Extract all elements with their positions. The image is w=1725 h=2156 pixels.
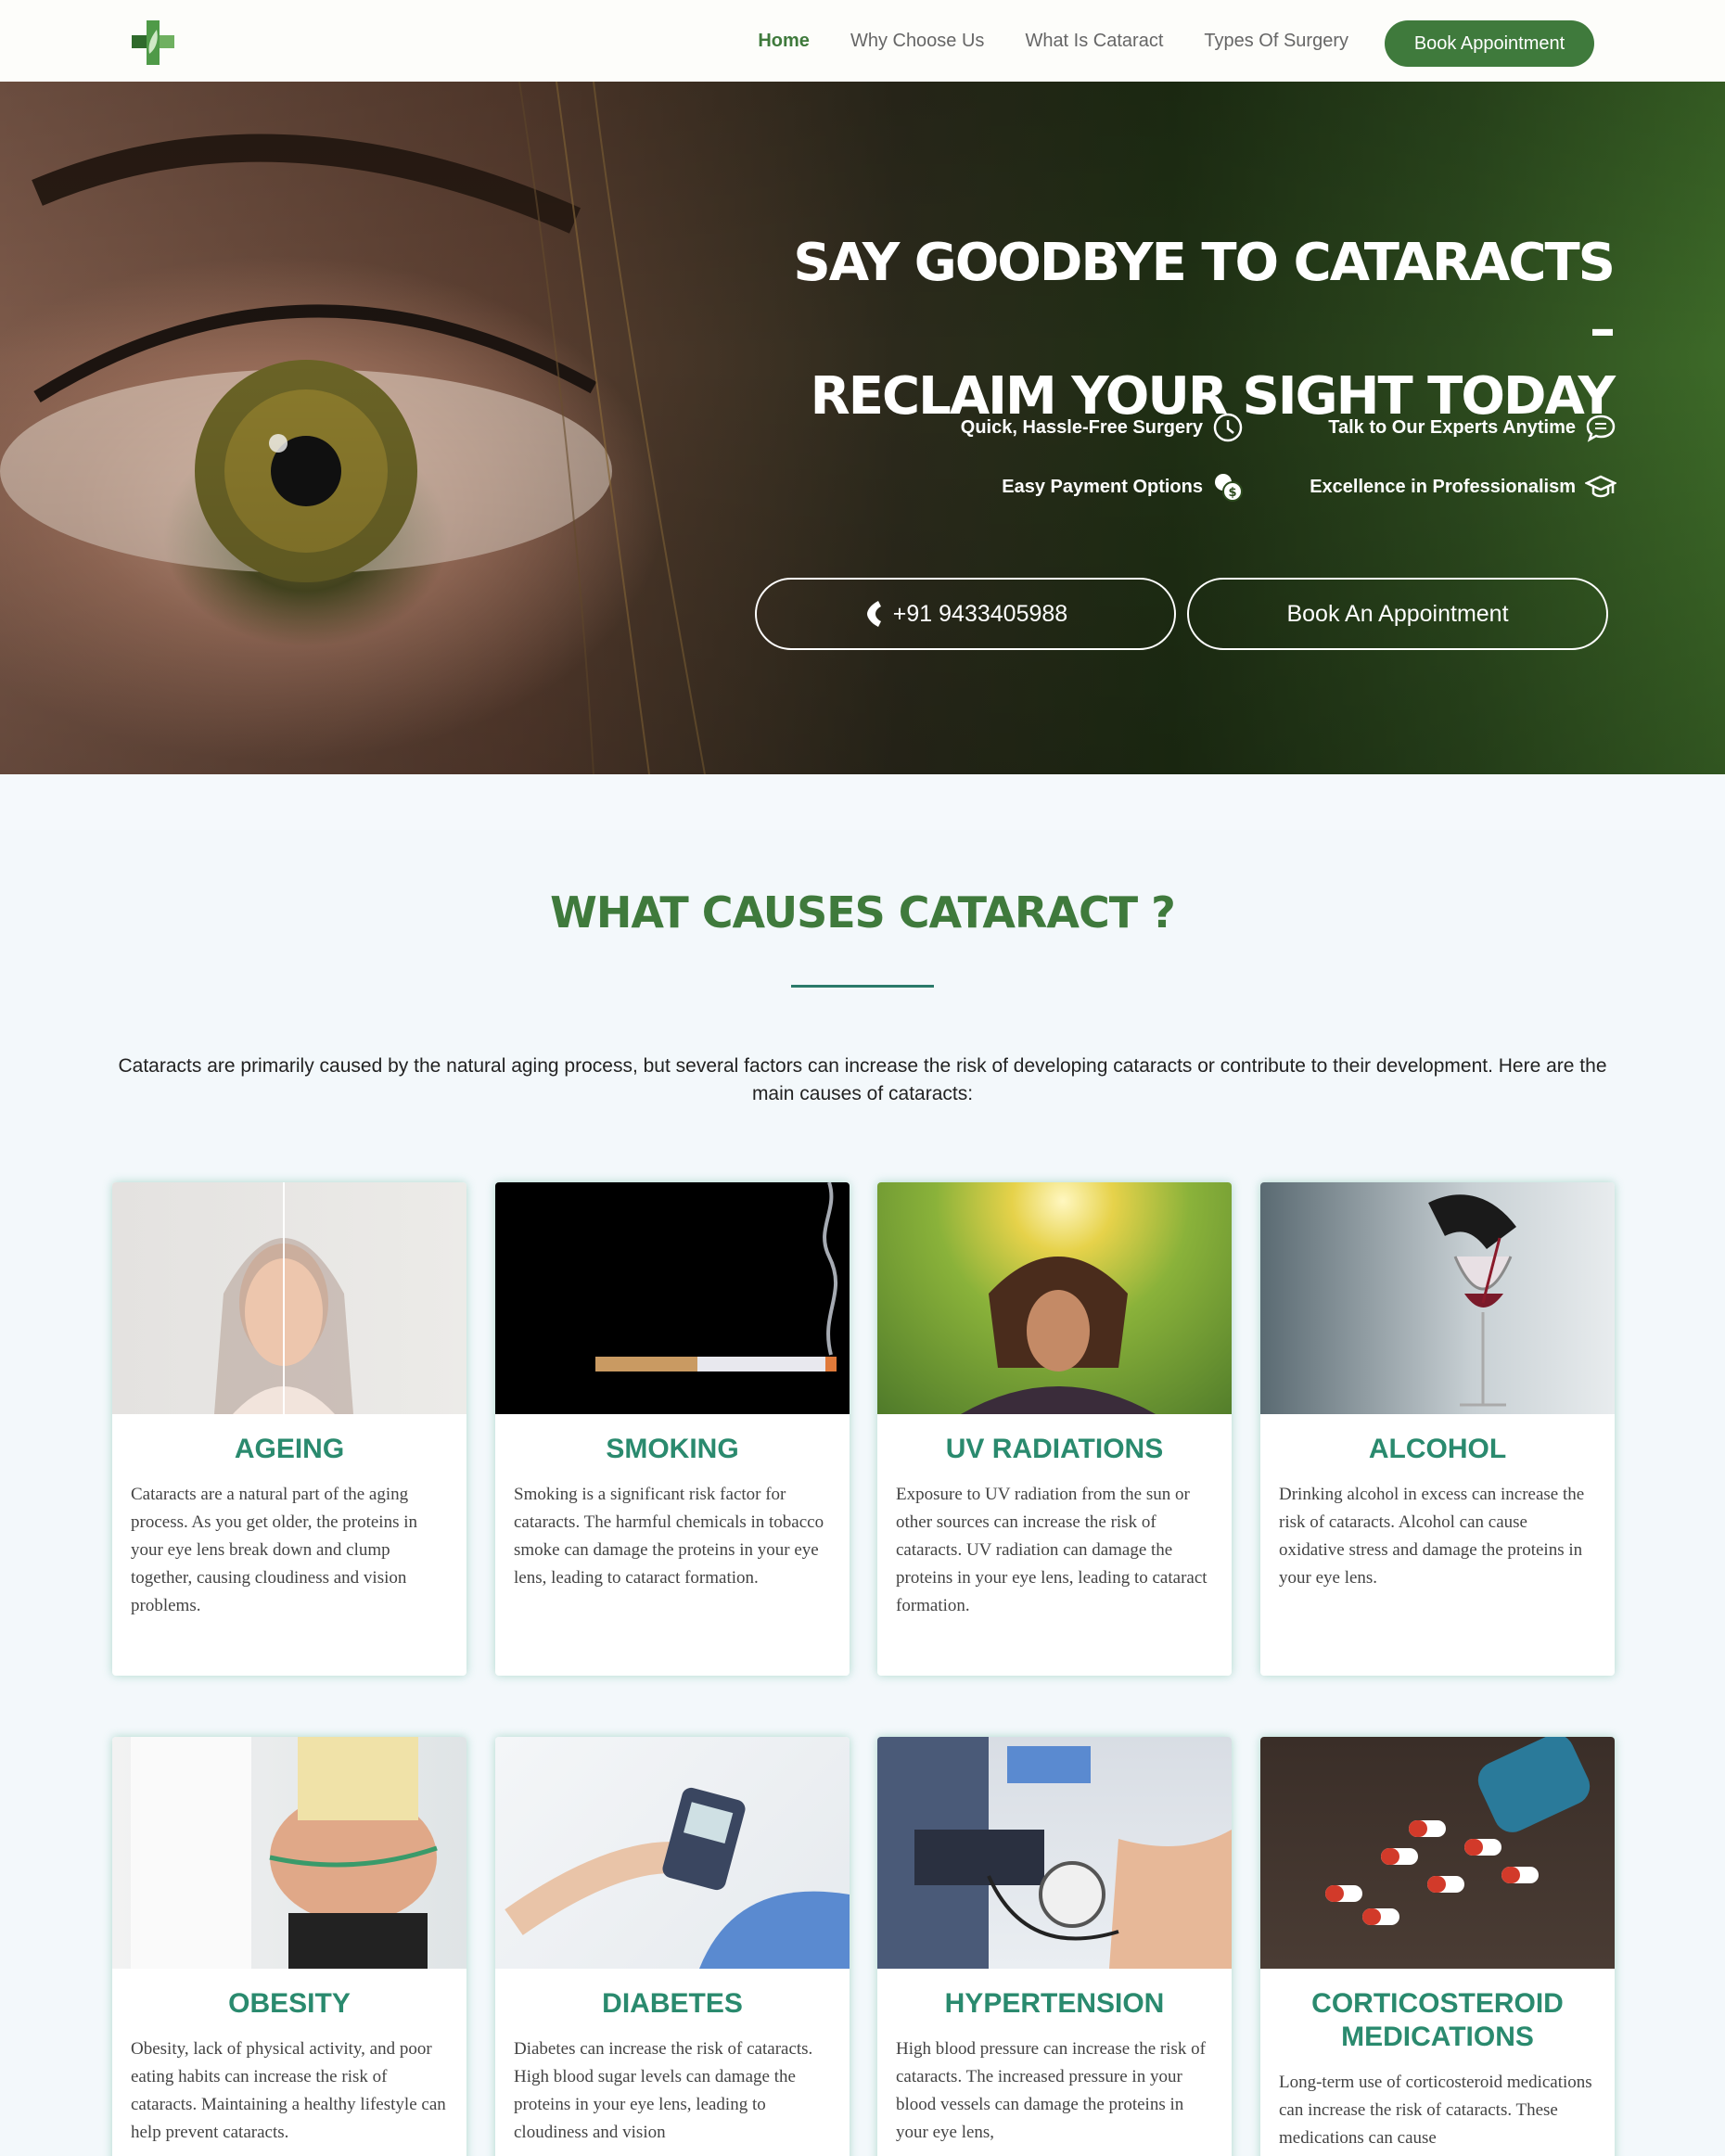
card-title: AGEING (234, 1434, 345, 1464)
card-text: Obesity, lack of physical activity, and … (131, 2039, 446, 2142)
feature-easy-payment: Easy Payment Options $ (1002, 471, 1244, 503)
book-an-appointment-button[interactable]: Book An Appointment (1187, 578, 1608, 650)
section-intro: Cataracts are primarily caused by the na… (118, 1055, 1607, 1104)
diabetes-image (495, 1737, 850, 1969)
clock-icon (1213, 413, 1243, 442)
cause-card-hypertension: HYPERTENSION High blood pressure can inc… (877, 1737, 1232, 2156)
feature-talk-experts: Talk to Our Experts Anytime (1328, 412, 1616, 443)
section-title: WHAT CAUSES CATARACT ? (550, 887, 1176, 938)
card-title: HYPERTENSION (944, 1988, 1165, 2019)
medical-cross-logo-icon[interactable] (126, 17, 182, 69)
card-text: Drinking alcohol in excess can increase … (1279, 1485, 1585, 1588)
hypertension-image (877, 1737, 1232, 1969)
pills-image (1260, 1737, 1615, 1969)
graduation-cap-icon (1585, 475, 1616, 498)
cigarette-illustration (595, 1182, 838, 1371)
feature-excellence: Excellence in Professionalism (1310, 471, 1616, 503)
card-title: OBESITY (228, 1988, 351, 2019)
top-nav: Home Why Choose Us What Is Cataract Type… (0, 0, 1725, 82)
cause-card-alcohol: ALCOHOL Drinking alcohol in excess can i… (1260, 1182, 1615, 1676)
feature-label: Easy Payment Options (1002, 476, 1203, 497)
hero-banner: SAY GOODBYE TO CATARACTS – RECLAIM YOUR … (0, 82, 1725, 774)
nav-link-what-is-cataract[interactable]: What Is Cataract (1025, 31, 1163, 52)
coins-icon: $ (1215, 474, 1243, 502)
phone-icon (866, 601, 881, 627)
feature-label: Excellence in Professionalism (1310, 476, 1576, 497)
ageing-illustration (214, 1182, 353, 1414)
book-appointment-button[interactable]: Book Appointment (1385, 20, 1594, 67)
card-title: DIABETES (602, 1988, 743, 2019)
hero-title-line-1: SAY GOODBYE TO CATARACTS – (793, 233, 1616, 360)
cause-card-ageing: AGEING Cataracts are a natural part of t… (112, 1182, 466, 1676)
card-text: Cataracts are a natural part of the agin… (131, 1485, 417, 1615)
cause-card-uv-radiations: UV RADIATIONS Exposure to UV radiation f… (877, 1182, 1232, 1676)
obesity-illustration (131, 1737, 438, 1969)
pills-illustration (1325, 1737, 1591, 1925)
feature-label: Talk to Our Experts Anytime (1328, 416, 1576, 438)
card-text: High blood pressure can increase the ris… (896, 2039, 1206, 2142)
cause-card-diabetes: DIABETES Diabetes can increase the risk … (495, 1737, 850, 2156)
nav-link-why-choose-us[interactable]: Why Choose Us (850, 31, 985, 52)
card-text: Exposure to UV radiation from the sun or… (896, 1485, 1208, 1615)
causes-section: WHAT CAUSES CATARACT ? Cataracts are pri… (0, 830, 1725, 2156)
nav-link-types-of-surgery[interactable]: Types Of Surgery (1204, 31, 1348, 52)
uv-radiation-image (877, 1182, 1232, 1414)
call-phone-button[interactable]: +91 9433405988 (755, 578, 1176, 650)
cause-card-smoking: SMOKING Smoking is a significant risk fa… (495, 1182, 850, 1676)
card-text: Diabetes can increase the risk of catara… (514, 2039, 813, 2142)
hero-title: SAY GOODBYE TO CATARACTS – RECLAIM YOUR … (779, 230, 1616, 430)
card-text: Smoking is a significant risk factor for… (514, 1485, 824, 1588)
nav-link-home[interactable]: Home (758, 31, 810, 52)
wine-glass-illustration (1428, 1194, 1516, 1407)
cause-card-obesity: OBESITY Obesity, lack of physical activi… (112, 1737, 466, 2156)
chat-icon (1586, 415, 1616, 442)
feature-quick-surgery: Quick, Hassle-Free Surgery (961, 412, 1244, 443)
nav-links: Home Why Choose Us What Is Cataract Type… (717, 0, 1348, 82)
phone-number-label: +91 9433405988 (892, 600, 1068, 627)
glucose-meter-illustration (505, 1787, 850, 1969)
alcohol-image (1260, 1182, 1615, 1414)
cause-card-corticosteroid: CORTICOSTEROID MEDICATIONS Long-term use… (1260, 1737, 1615, 2156)
feature-label: Quick, Hassle-Free Surgery (960, 416, 1203, 438)
card-title: UV RADIATIONS (945, 1434, 1164, 1464)
card-text: Long-term use of corticosteroid medicati… (1279, 2073, 1592, 2148)
card-title: SMOKING (606, 1434, 739, 1464)
blood-pressure-illustration (877, 1737, 1232, 1969)
svg-text:$: $ (1228, 486, 1236, 500)
card-title: ALCOHOL (1368, 1434, 1507, 1464)
title-divider (791, 985, 934, 988)
smoking-image (495, 1182, 850, 1414)
ageing-image (112, 1182, 466, 1414)
obesity-image (112, 1737, 466, 1969)
card-title: CORTICOSTEROID MEDICATIONS (1311, 1988, 1564, 2052)
sun-woman-illustration (961, 1257, 1156, 1414)
